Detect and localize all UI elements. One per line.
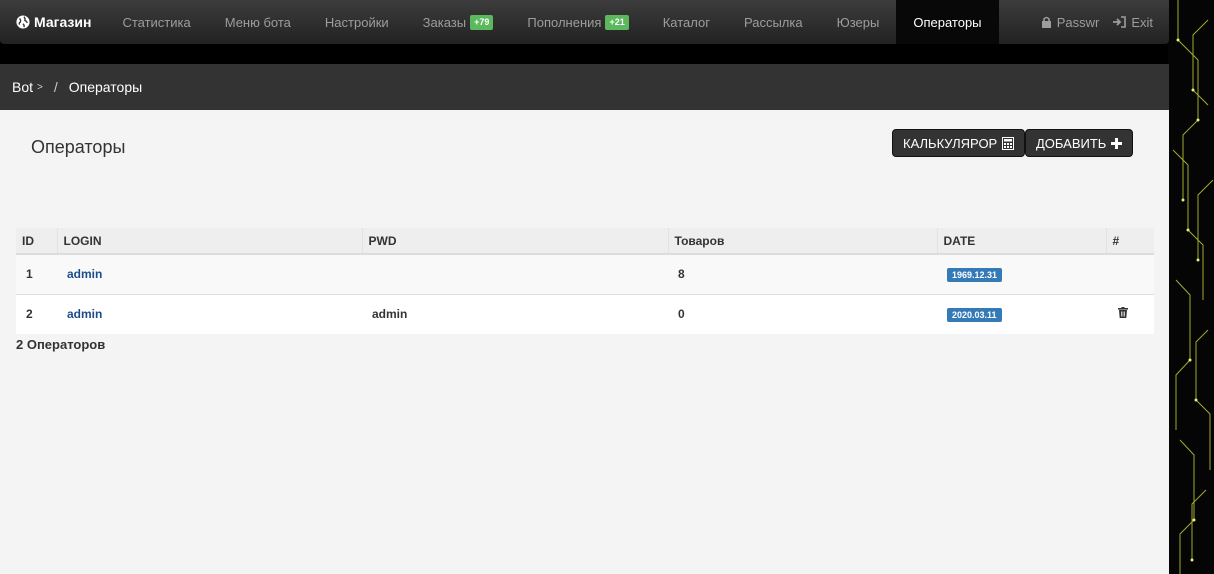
lock-icon bbox=[1041, 16, 1051, 28]
page-title: Операторы bbox=[31, 137, 126, 157]
nav-item-3[interactable]: Заказы +79 bbox=[406, 0, 511, 44]
operator-login-link[interactable]: admin bbox=[67, 267, 102, 281]
cell-items: 0 bbox=[668, 293, 937, 334]
table-row: 1 admin 8 1969.12.31 bbox=[16, 253, 1154, 294]
nav-item-5[interactable]: Каталог bbox=[646, 0, 727, 44]
brand-label: Магазин bbox=[34, 14, 92, 30]
add-button-label: ДОБАВИТЬ bbox=[1036, 135, 1107, 151]
table-header-row: ID LOGIN PWD Товаров DATE # bbox=[16, 228, 1154, 255]
calculator-button-label: КАЛЬКУЛЯРОР bbox=[903, 135, 998, 151]
nav-item-6[interactable]: Рассылка bbox=[727, 0, 820, 44]
date-badge: 2020.03.11 bbox=[947, 307, 1002, 322]
globe-icon bbox=[16, 15, 30, 29]
cell-login: admin bbox=[57, 253, 362, 294]
operator-login-link[interactable]: admin bbox=[67, 307, 102, 321]
trash-icon[interactable] bbox=[1118, 307, 1128, 319]
circuit-background bbox=[1168, 0, 1214, 574]
nav-item-label: Юзеры bbox=[836, 14, 880, 30]
nav-item-label: Операторы bbox=[913, 14, 982, 30]
cell-items: 8 bbox=[668, 253, 937, 294]
plus-icon bbox=[1111, 137, 1123, 149]
top-navbar: Магазин Статистика Меню бота Настройки Зака… bbox=[0, 0, 1169, 44]
nav-item-label: Пополнения bbox=[527, 14, 602, 30]
col-header-pwd[interactable]: PWD bbox=[362, 228, 669, 255]
operators-table: ID LOGIN PWD Товаров DATE # 1 admin 8 1969.… bbox=[16, 228, 1154, 334]
cell-pwd-value: admin bbox=[372, 307, 408, 322]
cell-date: 1969.12.31 bbox=[937, 253, 1106, 294]
cell-pwd: admin bbox=[362, 293, 668, 334]
cell-date: 2020.03.11 bbox=[937, 293, 1106, 334]
nav-menu: Статистика Меню бота Настройки Заказы +79 Поп… bbox=[105, 0, 999, 44]
sign-in-icon bbox=[1113, 16, 1127, 28]
nav-item-label: Рассылка bbox=[743, 14, 803, 30]
nav-item-4[interactable]: Пополнения +21 bbox=[510, 0, 645, 44]
nav-item-label: Статистика bbox=[122, 14, 191, 30]
nav-item-8[interactable]: Операторы bbox=[896, 0, 999, 44]
brand-link[interactable]: Магазин bbox=[0, 0, 105, 44]
calculator-button[interactable]: КАЛЬКУЛЯРОР bbox=[892, 129, 1026, 157]
table-row: 2 admin admin 0 2020.03.11 bbox=[16, 293, 1154, 334]
col-header-id[interactable]: ID bbox=[16, 228, 58, 255]
breadcrumb: Bot > / Операторы bbox=[0, 64, 1169, 110]
operators-count: 2 Операторов bbox=[16, 337, 106, 352]
nav-item-2[interactable]: Настройки bbox=[308, 0, 406, 44]
passwr-label: Passwr bbox=[1056, 14, 1100, 30]
nav-item-label: Меню бота bbox=[224, 14, 291, 30]
cell-actions bbox=[1106, 293, 1154, 334]
col-header-actions: # bbox=[1106, 228, 1154, 255]
cell-items-value: 8 bbox=[678, 267, 685, 282]
main-panel: Bot > / Операторы Операторы КАЛЬКУЛЯРОР … bbox=[0, 64, 1169, 574]
cell-id: 2 bbox=[16, 293, 57, 334]
calculator-icon bbox=[1002, 136, 1015, 150]
nav-count-badge: +21 bbox=[605, 14, 629, 30]
cell-items-value: 0 bbox=[678, 307, 685, 322]
add-operator-button[interactable]: ДОБАВИТЬ bbox=[1025, 129, 1134, 157]
nav-item-7[interactable]: Юзеры bbox=[820, 0, 897, 44]
nav-item-1[interactable]: Меню бота bbox=[208, 0, 308, 44]
cell-pwd bbox=[362, 253, 668, 294]
breadcrumb-root-separator: > bbox=[37, 81, 43, 93]
passwr-link[interactable]: Passwr bbox=[1029, 0, 1112, 44]
cell-id-value: 1 bbox=[26, 267, 33, 282]
breadcrumb-current: Операторы bbox=[68, 79, 143, 95]
nav-item-0[interactable]: Статистика bbox=[105, 0, 207, 44]
col-header-date[interactable]: DATE bbox=[937, 228, 1107, 255]
col-header-items[interactable]: Товаров bbox=[668, 228, 938, 255]
nav-item-label: Каталог bbox=[662, 14, 710, 30]
exit-link[interactable]: Exit bbox=[1111, 0, 1169, 44]
breadcrumb-slash: / bbox=[53, 79, 58, 95]
exit-label: Exit bbox=[1131, 14, 1153, 30]
circuit-pattern bbox=[1172, 0, 1214, 574]
cell-id: 1 bbox=[16, 253, 57, 294]
breadcrumb-root[interactable]: Bot bbox=[12, 79, 33, 95]
col-header-login[interactable]: LOGIN bbox=[57, 228, 363, 255]
date-badge: 1969.12.31 bbox=[947, 267, 1003, 282]
nav-item-label: Настройки bbox=[324, 14, 389, 30]
cell-actions bbox=[1106, 253, 1154, 294]
table-body: 1 admin 8 1969.12.31 2 admin admin 0 2020.03.11 bbox=[16, 253, 1154, 334]
cell-id-value: 2 bbox=[26, 307, 33, 322]
cell-login: admin bbox=[57, 293, 362, 334]
nav-item-label: Заказы bbox=[422, 14, 467, 30]
nav-count-badge: +79 bbox=[470, 14, 494, 30]
